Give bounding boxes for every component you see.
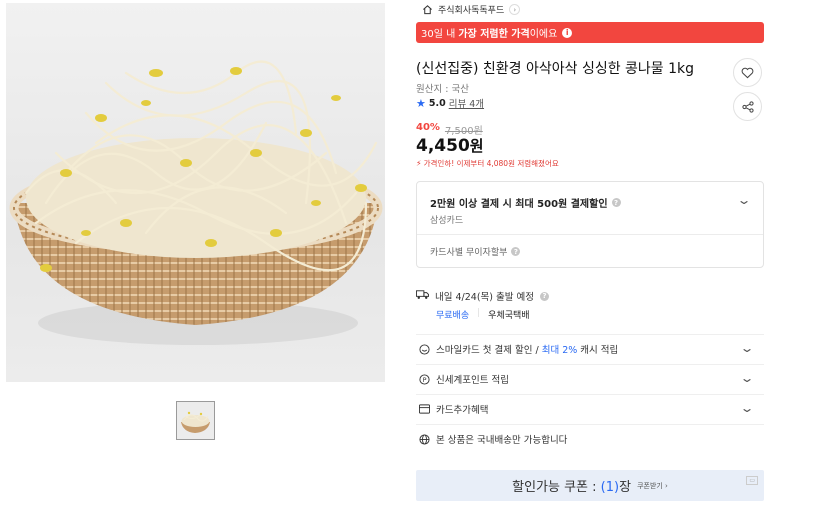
help-icon[interactable]: ? — [511, 247, 521, 256]
thumbnail-image — [181, 411, 210, 433]
product-thumbnail[interactable] — [176, 401, 215, 440]
price-unit: 원 — [469, 137, 484, 155]
coupon-tag-icon: ▭ — [746, 476, 758, 485]
price-drop-text: 가격인하! 이제부터 4,080원 저렴해졌어요 — [423, 159, 559, 168]
shipping-options: 무료배송 | 우체국택배 — [436, 308, 530, 321]
rating-score: 5.0 — [428, 97, 446, 109]
card-discount-box[interactable]: 2만원 이상 결제 시 최대 500원 결제할인 ? 삼성카드 ⌄ 카드사별 무… — [416, 181, 764, 268]
coupon-label: 할인가능 쿠폰 : (1)장 — [512, 480, 632, 495]
share-button[interactable] — [733, 92, 762, 121]
point-icon: P — [418, 373, 430, 385]
truck-icon — [416, 289, 429, 303]
divider — [417, 234, 763, 235]
globe-icon — [418, 433, 430, 445]
installment-row: 카드사별 무이자할부 ? — [430, 245, 521, 258]
card-discount-row: 2만원 이상 결제 시 최대 500원 결제할인 ? — [430, 195, 621, 210]
home-icon — [422, 4, 433, 15]
chevron-right-icon: › — [509, 4, 521, 15]
chevron-down-icon[interactable]: ⌄ — [739, 401, 754, 415]
seller-name[interactable]: 주식회사독독푸드 — [438, 3, 504, 16]
smile-card-icon — [418, 343, 430, 355]
chevron-down-icon[interactable]: ⌄ — [736, 193, 751, 207]
benefit-text: 본 상품은 국내배송만 가능합니다 — [436, 435, 568, 446]
banner-pre: 30일 내 — [421, 29, 456, 40]
seller-link[interactable]: 주식회사독독푸드 › — [422, 3, 521, 16]
info-icon[interactable]: i — [562, 27, 573, 38]
product-title: (신선집중) 친환경 아삭아삭 싱싱한 콩나물 1kg — [416, 61, 695, 77]
bean-sprout-basket-image — [9, 60, 383, 345]
installment-label: 카드사별 무이자할부 — [430, 248, 508, 258]
price-drop-note: ⚡ 가격인하! 이제부터 4,080원 저렴해졌어요 — [416, 158, 559, 169]
reviews-link[interactable]: 리뷰 4개 — [449, 96, 484, 110]
product-main-image — [6, 3, 385, 382]
carrier-label: 우체국택배 — [488, 311, 530, 321]
card-name: 삼성카드 — [430, 216, 464, 226]
help-icon[interactable]: ? — [540, 291, 549, 301]
current-price: 4,450원 — [416, 135, 484, 156]
shipping-eta-text: 내일 4/24(목) 출발 예정 — [435, 292, 534, 303]
wishlist-button[interactable] — [733, 58, 762, 87]
product-rating: ★ 5.0 리뷰 4개 — [416, 96, 484, 111]
star-icon: ★ — [416, 96, 426, 110]
chevron-down-icon[interactable]: ⌄ — [739, 341, 754, 355]
help-icon[interactable]: ? — [611, 198, 621, 207]
benefit-text: 카드추가혜택 — [436, 405, 489, 416]
shipping-eta: 내일 4/24(목) 출발 예정 ? — [416, 289, 549, 303]
chevron-down-icon[interactable]: ⌄ — [739, 371, 754, 385]
free-shipping-label: 무료배송 — [436, 311, 470, 321]
card-icon — [418, 403, 430, 415]
lowest-price-banner: 30일 내 가장 저렴한 가격 이에요 i — [416, 22, 764, 43]
benefit-row-smilecard[interactable]: 스마일카드 첫 결제 할인 / 최대 2% 캐시 적립 ⌄ — [416, 334, 764, 363]
benefit-row-card[interactable]: 카드추가혜택 ⌄ — [416, 394, 764, 423]
separator: | — [477, 308, 481, 318]
benefit-row-point[interactable]: P 신세계포인트 적립 ⌄ — [416, 364, 764, 393]
coupon-bar[interactable]: 할인가능 쿠폰 : (1)장 쿠폰받기 › ▭ — [416, 470, 764, 501]
svg-text:P: P — [422, 375, 426, 383]
price-value: 4,450 — [416, 136, 470, 156]
benefit-text: 스마일카드 첫 결제 할인 / 최대 2% 캐시 적립 — [436, 345, 619, 356]
benefit-row-shipping-region: 본 상품은 국내배송만 가능합니다 — [416, 424, 764, 453]
banner-post: 이에요 — [529, 29, 558, 40]
banner-highlight: 가장 저렴한 가격 — [458, 29, 530, 40]
heart-icon — [741, 67, 754, 78]
card-discount-title: 2만원 이상 결제 시 최대 500원 결제할인 — [430, 199, 608, 210]
get-coupon-link[interactable]: 쿠폰받기 › — [637, 481, 668, 491]
benefit-text: 신세계포인트 적립 — [436, 375, 509, 386]
product-origin: 원산지 : 국산 — [416, 84, 469, 95]
share-icon — [741, 100, 754, 113]
lightning-icon: ⚡ — [416, 159, 422, 168]
